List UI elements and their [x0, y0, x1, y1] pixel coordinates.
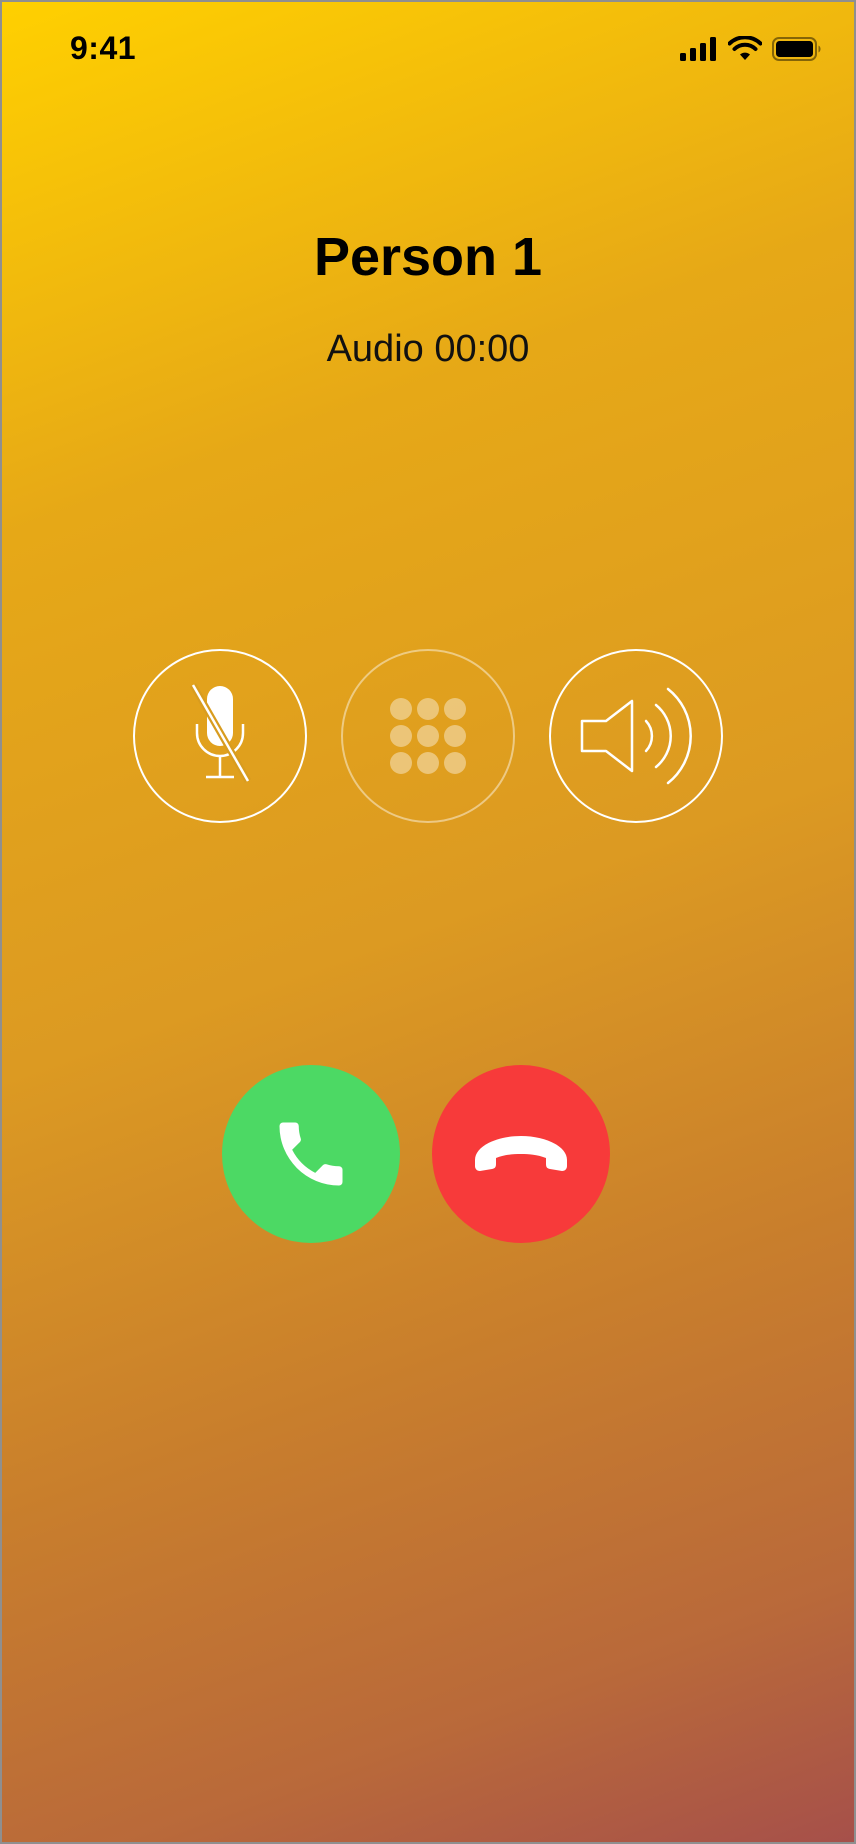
call-status: Audio 00:00	[326, 328, 530, 370]
wifi-icon	[728, 36, 762, 60]
phone-icon	[279, 1122, 343, 1186]
status-icons	[680, 36, 822, 62]
battery-icon	[772, 37, 821, 61]
status-time: 9:41	[70, 30, 137, 66]
accept-call-button[interactable]	[222, 1065, 400, 1243]
microphone-muted-icon	[189, 683, 252, 783]
mute-button[interactable]	[133, 649, 307, 823]
speaker-icon	[580, 687, 692, 785]
incoming-call-screen: 9:41 Person 1 Audio 00:00	[0, 0, 856, 1844]
speaker-button[interactable]	[549, 649, 723, 823]
caller-name: Person 1	[313, 227, 543, 287]
status-bar: 9:41	[2, 2, 854, 98]
keypad-icon	[390, 698, 466, 774]
keypad-button[interactable]	[341, 649, 515, 823]
decline-call-button[interactable]	[432, 1065, 610, 1243]
cellular-signal-icon	[680, 37, 716, 61]
phone-hangup-icon	[475, 1136, 567, 1171]
